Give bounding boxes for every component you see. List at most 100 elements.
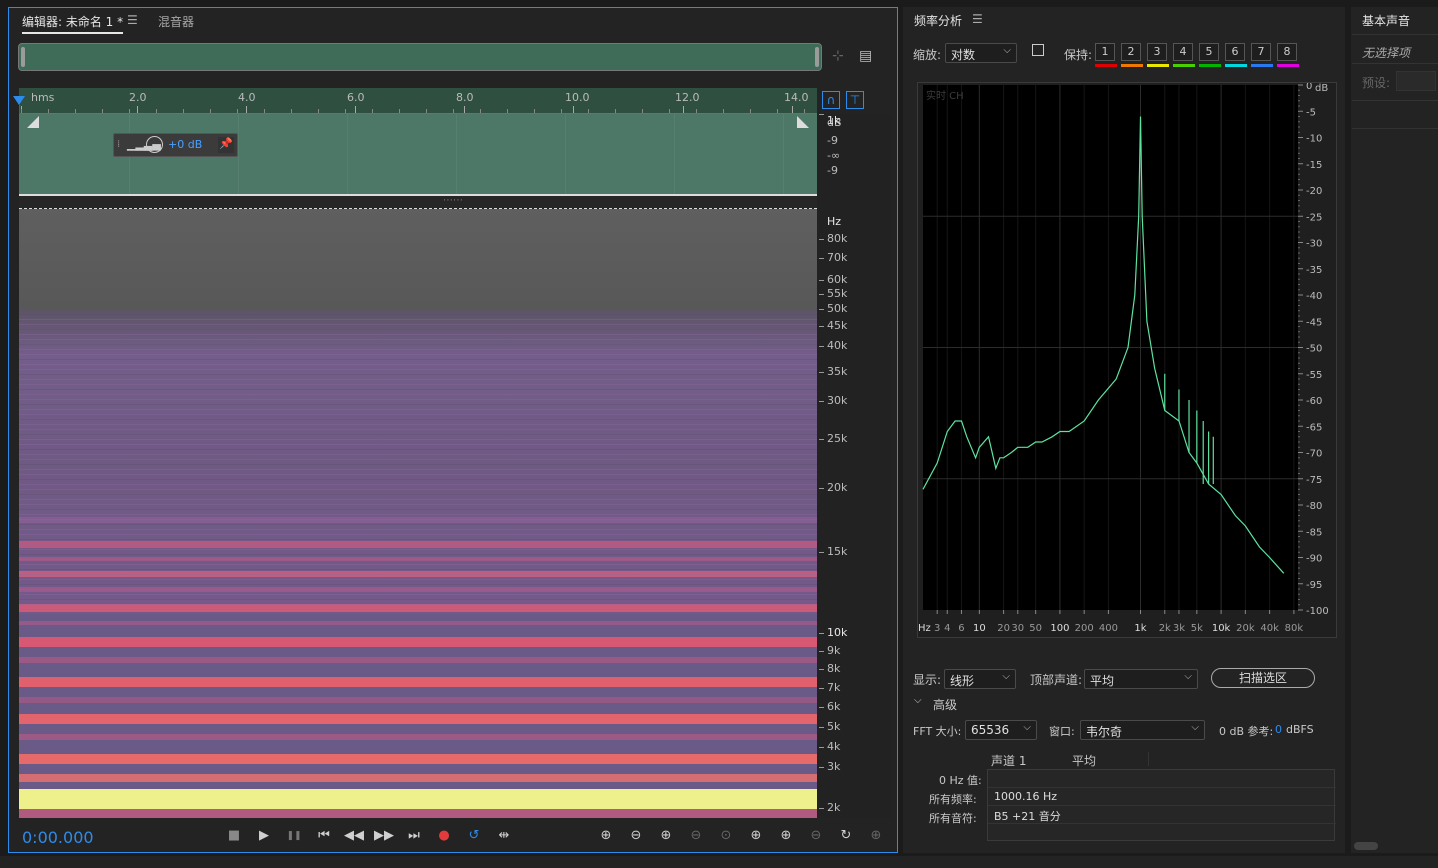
hold-button-5[interactable]: 5: [1199, 43, 1219, 61]
tab-editor[interactable]: 编辑器: 未命名 1 *: [22, 13, 124, 34]
x-tick-label: 3k: [1173, 623, 1185, 634]
marker-pin-icon[interactable]: ⊤: [846, 91, 864, 109]
zoom-in-left-icon[interactable]: ⊕: [745, 826, 767, 846]
chevron-down-icon[interactable]: ⌵: [914, 695, 922, 706]
x-tick-label: 80k: [1285, 623, 1304, 634]
display-select[interactable]: 线形 ⌵: [944, 669, 1016, 689]
zoom-out-time-icon[interactable]: ⊖: [685, 826, 707, 846]
top-channel-select[interactable]: 平均 ⌵: [1084, 669, 1198, 689]
noise-line: [19, 389, 817, 390]
zoom-out-amplitude-icon[interactable]: ⊖: [625, 826, 647, 846]
headphones-icon[interactable]: ∩: [822, 91, 840, 109]
noise-line: [19, 609, 817, 610]
noise-line: [19, 499, 817, 500]
ruler-minor-tick: [102, 109, 103, 113]
hud-volume-control[interactable]: ⁞ ▁▂▃▄ +0 dB 📌: [113, 133, 238, 157]
ruler-minor-tick: [507, 109, 508, 113]
y-axis-label: dB: [1315, 83, 1328, 94]
scrollbar-thumb[interactable]: [1354, 842, 1378, 850]
overview-handle-left[interactable]: [21, 47, 25, 67]
rewind-icon[interactable]: ◀◀: [343, 826, 365, 846]
advanced-label[interactable]: 高级: [933, 696, 957, 713]
x-tick-label: 40k: [1260, 623, 1279, 634]
ruler-label: 4.0: [238, 91, 256, 104]
list-view-icon[interactable]: ▤: [859, 48, 872, 64]
skip-start-icon[interactable]: ⏮: [313, 826, 335, 846]
noise-line: [19, 484, 817, 485]
pause-icon[interactable]: ❚❚: [283, 826, 305, 846]
noise-line: [19, 374, 817, 375]
zoom-in-right-icon[interactable]: ⊕: [775, 826, 797, 846]
hold-button-1[interactable]: 1: [1095, 43, 1115, 61]
pin-icon[interactable]: 📌: [218, 137, 234, 153]
record-icon[interactable]: ●: [433, 826, 455, 846]
chevron-down-icon: ⌵: [1184, 671, 1192, 682]
freq-panel-title[interactable]: 频率分析: [914, 12, 962, 29]
time-display[interactable]: 0:00.000: [22, 828, 94, 847]
zoom-reset-icon[interactable]: ↻: [835, 826, 857, 846]
scan-selection-button[interactable]: 扫描选区: [1211, 668, 1315, 688]
hz-scale-label: Hz: [827, 215, 842, 228]
fft-size-value: 65536: [971, 723, 1010, 737]
noise-line: [19, 344, 817, 345]
ruler-minor-tick: [480, 109, 481, 113]
zoom-selection-icon[interactable]: ⊖: [805, 826, 827, 846]
fast-forward-icon[interactable]: ▶▶: [373, 826, 395, 846]
y-tick-label: -40: [1306, 291, 1322, 302]
overview-bar[interactable]: [18, 43, 822, 71]
time-ruler[interactable]: hms 2.0 4.0 6.0 8.0 10.0 12.0 14.0: [19, 88, 817, 114]
fade-in-handle-icon[interactable]: [27, 116, 39, 128]
skip-end-icon[interactable]: ⏭: [403, 826, 425, 846]
drag-grip-icon[interactable]: ⁞: [117, 139, 120, 150]
zoom-in-time-icon[interactable]: ⊕: [655, 826, 677, 846]
ruler-label: 2.0: [129, 91, 147, 104]
fft-size-select[interactable]: 65536 ⌵: [965, 720, 1037, 740]
y-tick-label: -35: [1306, 265, 1322, 276]
tab-mixer[interactable]: 混音器: [158, 13, 194, 30]
screenshot-icon[interactable]: [1032, 44, 1044, 56]
stop-icon[interactable]: ■: [223, 826, 245, 846]
spectral-display[interactable]: [19, 208, 817, 818]
hold-button-4[interactable]: 4: [1173, 43, 1193, 61]
noise-line: [19, 314, 817, 315]
hold-button-8[interactable]: 8: [1277, 43, 1297, 61]
loop-icon[interactable]: ↺: [463, 826, 485, 846]
y-tick-label: -65: [1306, 422, 1322, 433]
hz-scale-label: 25k: [827, 432, 848, 445]
zoom-navigator-icon[interactable]: ⊹: [832, 48, 844, 64]
zoom-frequency-icon[interactable]: ⊕: [865, 826, 887, 846]
playhead-icon[interactable]: [13, 96, 25, 105]
frequency-plot[interactable]: 3 4 6 10 20 30 50 100 200 400 1k 2k 3k 5k 10k 20k 40k 80k…: [917, 82, 1337, 638]
essential-sound-title[interactable]: 基本声音: [1362, 12, 1410, 29]
preset-select[interactable]: [1396, 71, 1436, 91]
noise-line: [19, 444, 817, 445]
hold-button-3[interactable]: 3: [1147, 43, 1167, 61]
divider: [1352, 128, 1438, 129]
all-note-value: B5 +21 音分: [994, 810, 1061, 823]
col-average: 平均: [1072, 754, 1097, 768]
noise-line: [19, 544, 817, 545]
gain-knob-icon[interactable]: [146, 136, 163, 153]
db-scale-tick: -9: [827, 164, 838, 177]
zoom-in-amplitude-icon[interactable]: ⊕: [595, 826, 617, 846]
play-icon[interactable]: ▶: [253, 826, 275, 846]
hold-button-7[interactable]: 7: [1251, 43, 1271, 61]
freq-panel-menu-icon[interactable]: ☰: [972, 12, 983, 26]
hold-button-2[interactable]: 2: [1121, 43, 1141, 61]
zoom-select[interactable]: 对数 ⌵: [945, 43, 1017, 63]
window-select[interactable]: 韦尔奇 ⌵: [1080, 720, 1205, 740]
splitter-grip-icon[interactable]: ⋯⋯: [443, 195, 463, 206]
overview-handle-right[interactable]: [815, 47, 819, 67]
y-tick-label: -15: [1306, 160, 1322, 171]
fade-out-handle-icon[interactable]: [797, 116, 809, 128]
panel-menu-icon[interactable]: ☰: [127, 13, 138, 27]
skip-selection-icon[interactable]: ⇹: [493, 826, 515, 846]
zoom-full-icon[interactable]: ⊙: [715, 826, 737, 846]
hz-scale-label: 10k: [827, 626, 848, 639]
splitter-bar[interactable]: ⋯⋯ ▼: [19, 194, 891, 208]
ref-value[interactable]: 0: [1275, 723, 1282, 736]
noise-line: [19, 589, 817, 590]
chevron-down-icon: ⌵: [1191, 722, 1199, 733]
noise-line: [19, 369, 817, 370]
hold-button-6[interactable]: 6: [1225, 43, 1245, 61]
